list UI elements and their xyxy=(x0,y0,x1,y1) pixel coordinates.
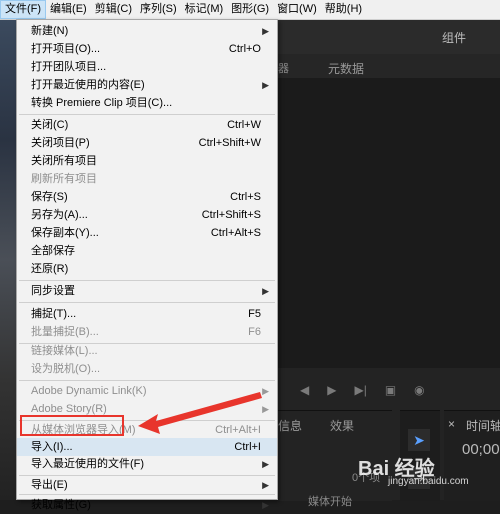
camera-icon[interactable]: ◉ xyxy=(414,383,424,397)
export-frame-icon[interactable]: ▣ xyxy=(385,383,396,397)
panel-tab-info[interactable]: 信息 xyxy=(278,417,302,434)
submenu-arrow-icon: ▶ xyxy=(262,80,269,90)
menu-item-save-copy[interactable]: 保存副本(Y)... Ctrl+Alt+S xyxy=(17,224,277,242)
submenu-arrow-icon: ▶ xyxy=(262,286,269,296)
menu-item-capture[interactable]: 捕捉(T)... F5 xyxy=(17,305,277,323)
menu-item-batch-capture: 批量捕捉(B)... F6 xyxy=(31,326,261,338)
play-icon[interactable]: ▶ xyxy=(327,383,336,397)
menu-item-import-recent[interactable]: 导入最近使用的文件(F) ▶ xyxy=(17,455,277,473)
menu-item-save-as[interactable]: 另存为(A)... Ctrl+Shift+S xyxy=(17,206,277,224)
menu-item-close-all-projects[interactable]: 关闭所有项目 xyxy=(17,152,277,170)
timecode: 00;00 xyxy=(462,441,500,458)
menu-item-save-all[interactable]: 全部保存 xyxy=(17,242,277,260)
panel-tab-metadata[interactable]: 元数据 xyxy=(328,60,364,77)
menu-item-convert-clip[interactable]: 转换 Premiere Clip 项目(C)... xyxy=(17,94,277,112)
menu-item-open-team-project[interactable]: 打开团队项目... xyxy=(17,58,277,76)
timeline-title[interactable]: 时间轴 xyxy=(466,417,500,434)
transport-controls: ◀ ▶ ▶| ▣ ◉ xyxy=(278,376,500,404)
menu-item-import[interactable]: 导入(I)... Ctrl+I xyxy=(17,438,277,456)
step-forward-icon[interactable]: ▶| xyxy=(354,383,366,397)
menu-clip[interactable]: 剪辑(C) xyxy=(91,0,136,19)
menu-separator xyxy=(19,380,275,381)
menu-graphics[interactable]: 图形(G) xyxy=(227,0,273,19)
menu-help[interactable]: 帮助(H) xyxy=(321,0,366,19)
watermark-url: jingyan.baidu.com xyxy=(388,476,469,487)
panel-tab-row: 器 元数据 xyxy=(278,54,500,79)
menu-separator xyxy=(19,280,275,281)
media-start-label: 媒体开始 xyxy=(308,496,352,508)
menu-item-dynamic-link: Adobe Dynamic Link(K) ▶ xyxy=(17,382,277,400)
menu-item-close-project[interactable]: 关闭项目(P) Ctrl+Shift+W xyxy=(17,134,277,152)
menu-window[interactable]: 窗口(W) xyxy=(273,0,321,19)
submenu-arrow-icon: ▶ xyxy=(262,480,269,490)
menu-item-refresh-all-projects: 刷新所有项目 xyxy=(31,173,97,185)
menu-item-export[interactable]: 导出(E) ▶ xyxy=(17,476,277,494)
menu-edit[interactable]: 编辑(E) xyxy=(46,0,91,19)
menu-item-save[interactable]: 保存(S) Ctrl+S xyxy=(17,188,277,206)
menu-item-open-recent[interactable]: 打开最近使用的内容(E) ▶ xyxy=(17,76,277,94)
menu-item-get-properties[interactable]: 获取属性(G) ▶ xyxy=(17,496,277,514)
menu-sequence[interactable]: 序列(S) xyxy=(136,0,181,19)
menu-marker[interactable]: 标记(M) xyxy=(181,0,228,19)
close-icon[interactable]: × xyxy=(448,417,455,431)
annotation-highlight-box xyxy=(20,415,124,436)
submenu-arrow-icon: ▶ xyxy=(262,404,269,414)
menu-item-open-project[interactable]: 打开项目(O)... Ctrl+O xyxy=(17,40,277,58)
menu-item-close[interactable]: 关闭(C) Ctrl+W xyxy=(17,116,277,134)
menu-item-make-offline: 设为脱机(O)... xyxy=(31,363,101,375)
panel-tab-partial[interactable]: 器 xyxy=(278,60,289,76)
submenu-arrow-icon: ▶ xyxy=(262,459,269,469)
menu-item-link-media: 链接媒体(L)... xyxy=(31,345,98,357)
workspace-header: 组件 xyxy=(278,20,500,55)
step-back-icon[interactable]: ◀ xyxy=(300,383,309,397)
menu-item-new[interactable]: 新建(N) ▶ xyxy=(17,22,277,40)
selection-tool-icon[interactable]: ➤ xyxy=(408,429,430,451)
menu-separator xyxy=(19,114,275,115)
menu-item-sync-settings[interactable]: 同步设置 ▶ xyxy=(17,282,277,300)
menu-bar: 文件(F) 编辑(E) 剪辑(C) 序列(S) 标记(M) 图形(G) 窗口(W… xyxy=(0,0,500,20)
menu-file[interactable]: 文件(F) xyxy=(0,0,47,19)
panel-tab-effects[interactable]: 效果 xyxy=(330,417,354,434)
menu-separator xyxy=(19,494,275,495)
background-thumbnails xyxy=(0,20,16,500)
menu-separator xyxy=(19,302,275,303)
menu-item-revert[interactable]: 还原(R) xyxy=(17,260,277,278)
monitor-viewer xyxy=(278,78,500,368)
workspace-tab-components[interactable]: 组件 xyxy=(442,29,466,46)
submenu-arrow-icon: ▶ xyxy=(262,386,269,396)
timeline-panel: × 时间轴 00;00 xyxy=(444,410,500,501)
submenu-arrow-icon: ▶ xyxy=(262,500,269,510)
submenu-arrow-icon: ▶ xyxy=(262,26,269,36)
